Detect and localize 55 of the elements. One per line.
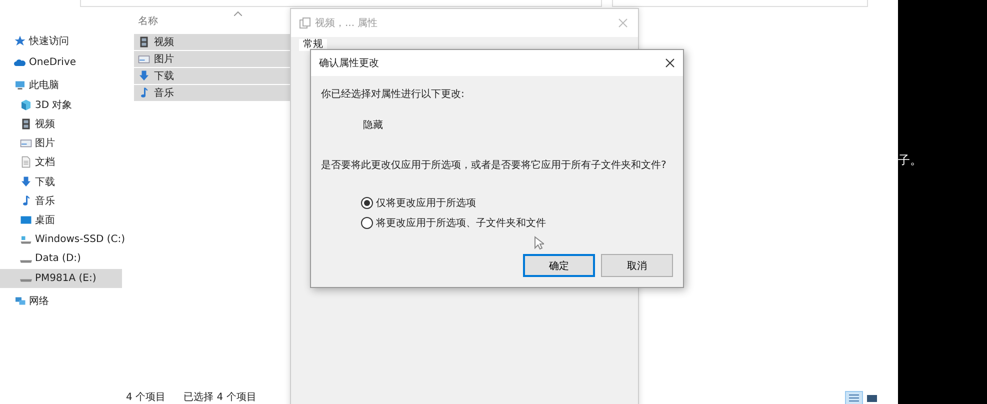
caption-text: 子。 bbox=[898, 152, 922, 169]
nav-item[interactable]: 图片 bbox=[0, 133, 122, 153]
nav-item[interactable]: OneDrive bbox=[0, 53, 122, 73]
nav-item[interactable]: 网络 bbox=[0, 290, 122, 310]
search-field[interactable] bbox=[612, 0, 868, 7]
nav-item[interactable]: 音乐 bbox=[0, 191, 122, 211]
selection-count: 已选择 4 个项目 bbox=[184, 390, 256, 404]
mouse-cursor-icon bbox=[534, 236, 544, 250]
picture-icon bbox=[20, 137, 32, 150]
music-note-icon bbox=[20, 195, 32, 208]
computer-icon bbox=[14, 79, 26, 92]
desktop-icon bbox=[20, 214, 32, 226]
film-icon bbox=[138, 36, 150, 48]
question-text: 是否要将此更改仅应用于所选项，或者是否要将它应用于所有子文件夹和文件? bbox=[321, 158, 668, 172]
download-arrow-icon bbox=[20, 176, 32, 188]
column-header[interactable]: 名称 bbox=[138, 14, 158, 28]
drive-icon bbox=[20, 260, 32, 263]
radio-option[interactable]: 仅将更改应用于所选项 bbox=[361, 196, 673, 210]
nav-item[interactable]: 桌面 bbox=[0, 210, 122, 230]
nav-item[interactable]: PM981A (E:) bbox=[0, 268, 122, 288]
film-icon bbox=[20, 118, 32, 130]
nav-item[interactable]: Data (D:) bbox=[0, 249, 122, 269]
nav-item[interactable]: Windows-SSD (C:) bbox=[0, 230, 122, 250]
nav-item[interactable]: 此电脑 bbox=[0, 76, 122, 95]
item-count: 4 个项目 bbox=[126, 391, 166, 404]
star-icon bbox=[14, 34, 26, 47]
network-icon bbox=[14, 294, 26, 306]
tiles-view-icon[interactable] bbox=[864, 392, 880, 404]
intro-text: 你已经选择对属性进行以下更改: bbox=[321, 88, 466, 101]
sort-caret-icon bbox=[234, 11, 242, 16]
download-arrow-icon bbox=[138, 70, 150, 82]
picture-icon bbox=[138, 53, 150, 65]
tab[interactable]: 常规 bbox=[299, 39, 327, 51]
dialog-title: 确认属性更改 bbox=[319, 56, 379, 70]
change-text: 隐藏 bbox=[363, 118, 384, 132]
cloud-icon bbox=[14, 56, 26, 69]
radio-option[interactable]: 将更改应用于所选项、子文件夹和文件 bbox=[361, 216, 673, 230]
radio-button[interactable] bbox=[361, 197, 373, 209]
nav-item[interactable]: 3D 对象 bbox=[0, 94, 122, 114]
nav-item[interactable]: 文档 bbox=[0, 152, 122, 172]
drive-icon bbox=[20, 279, 32, 282]
nav-item[interactable]: 下载 bbox=[0, 172, 122, 192]
nav-item[interactable]: 快速访问 bbox=[0, 31, 122, 50]
copy-icon bbox=[299, 17, 311, 29]
close-icon[interactable] bbox=[665, 58, 675, 68]
radio-button[interactable] bbox=[361, 217, 373, 229]
cancel-button[interactable]: 取消 bbox=[601, 254, 673, 277]
music-note-icon bbox=[138, 87, 150, 99]
details-view-icon[interactable] bbox=[846, 392, 862, 404]
cube-icon bbox=[20, 98, 32, 111]
nav-item[interactable]: 视频 bbox=[0, 114, 122, 134]
ok-button[interactable]: 确定 bbox=[523, 254, 595, 277]
drive-icon bbox=[20, 234, 32, 246]
window-title: 视频，... 属性 bbox=[315, 16, 378, 30]
document-icon bbox=[20, 156, 32, 168]
